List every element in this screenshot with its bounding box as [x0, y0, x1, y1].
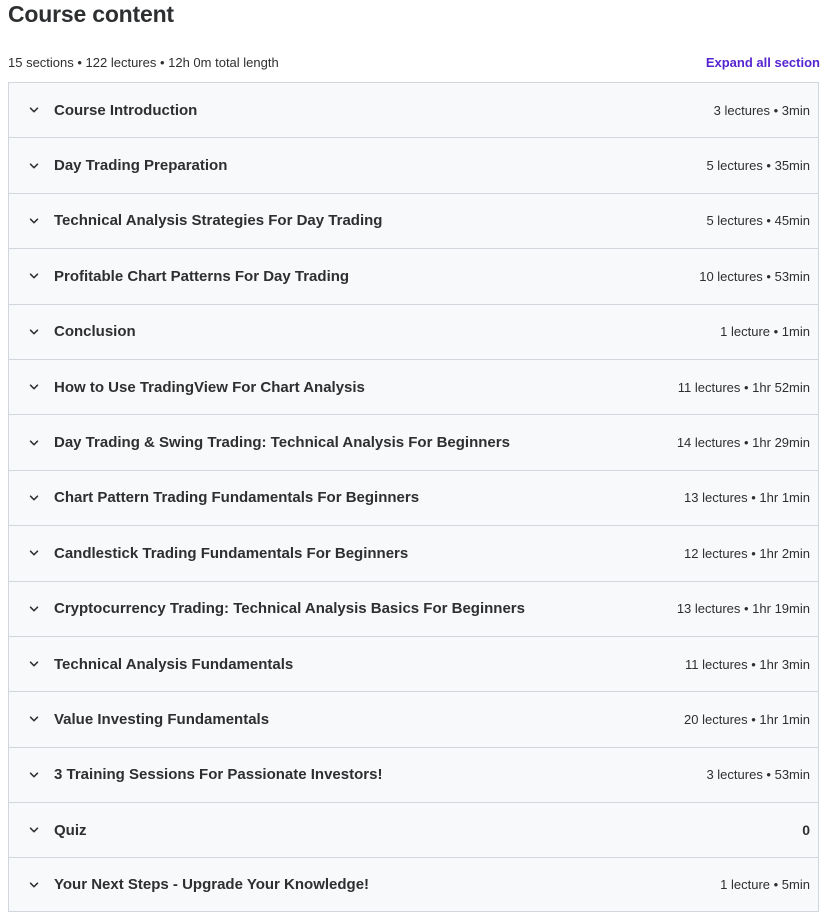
section-info: 5 lectures • 45min [706, 213, 810, 229]
chevron-down-icon [27, 657, 41, 671]
section-header[interactable]: 3 Training Sessions For Passionate Inves… [9, 747, 818, 804]
chevron-down-icon [27, 491, 41, 505]
chevron-down-icon [27, 878, 41, 892]
section-info: 5 lectures • 35min [706, 158, 810, 174]
section-title: Day Trading Preparation [54, 157, 228, 175]
section-header[interactable]: Day Trading Preparation 5 lectures • 35mi… [9, 138, 818, 194]
section-title: Cryptocurrency Trading: Technical Analys… [54, 600, 525, 618]
section-title: How to Use TradingView For Chart Analysi… [54, 378, 365, 396]
section-info: 3 lectures • 3min [713, 102, 810, 118]
section-header[interactable]: Quiz 0 [9, 803, 818, 859]
section-header[interactable]: Value Investing Fundamentals 20 lectures … [9, 692, 818, 748]
section-info: 10 lectures • 53min [699, 268, 810, 284]
section-info: 12 lectures • 1hr 2min [684, 545, 810, 561]
section-info: 1 lecture • 1min [720, 324, 810, 340]
section-title: Candlestick Trading Fundamentals For Beg… [54, 544, 409, 562]
section-header[interactable]: Candlestick Trading Fundamentals For Beg… [9, 526, 818, 582]
section-info: 20 lectures • 1hr 1min [684, 711, 810, 727]
section-title: Technical Analysis Fundamentals [54, 655, 294, 673]
section-header[interactable]: Conclusion 1 lecture • 1min [9, 304, 818, 360]
chevron-down-icon [27, 380, 41, 394]
course-summary: 15 sections • 122 lectures • 12h 0m tota… [8, 54, 279, 70]
chevron-down-icon [27, 823, 41, 837]
section-title: Day Trading & Swing Trading: Technical A… [54, 434, 510, 452]
section-header[interactable]: Cryptocurrency Trading: Technical Analys… [9, 581, 818, 637]
chevron-down-icon [27, 159, 41, 173]
section-info: 13 lectures • 1hr 1min [684, 490, 810, 506]
chevron-down-icon [27, 103, 41, 117]
chevron-down-icon [27, 602, 41, 616]
chevron-down-icon [27, 325, 41, 339]
section-header[interactable]: Day Trading & Swing Trading: Technical A… [9, 415, 818, 471]
expand-all-sections-button[interactable]: Expand all section [706, 55, 820, 70]
section-header[interactable]: Profitable Chart Patterns For Day Tradin… [9, 249, 818, 305]
section-header[interactable]: How to Use TradingView For Chart Analysi… [9, 359, 818, 416]
section-info: 1 lecture • 5min [720, 877, 810, 893]
chevron-down-icon [27, 436, 41, 450]
section-list: Course Introduction 3 lectures • 3min Day … [8, 82, 819, 912]
section-header[interactable]: Technical Analysis Strategies For Day Tr… [9, 193, 818, 250]
section-title: Technical Analysis Strategies For Day Tr… [54, 212, 383, 230]
chevron-down-icon [27, 546, 41, 560]
chevron-down-icon [27, 768, 41, 782]
section-title: Conclusion [54, 323, 136, 341]
section-title: Profitable Chart Patterns For Day Tradin… [54, 267, 350, 285]
course-meta-row: 15 sections • 122 lectures • 12h 0m tota… [8, 52, 820, 72]
section-title: Course Introduction [54, 101, 198, 119]
section-info: 13 lectures • 1hr 19min [676, 601, 810, 617]
section-info: 3 lectures • 53min [706, 767, 810, 783]
chevron-down-icon [27, 214, 41, 228]
chevron-down-icon [27, 712, 41, 726]
section-title: Chart Pattern Trading Fundamentals For B… [54, 489, 420, 507]
section-info: 14 lectures • 1hr 29min [676, 435, 810, 451]
section-header[interactable]: Technical Analysis Fundamentals 11 lectur… [9, 636, 818, 693]
section-title: Quiz [54, 821, 87, 839]
section-header[interactable]: Chart Pattern Trading Fundamentals For B… [9, 470, 818, 527]
section-info: 11 lectures • 1hr 52min [677, 379, 810, 395]
section-header[interactable]: Course Introduction 3 lectures • 3min [9, 83, 818, 139]
chevron-down-icon [27, 269, 41, 283]
section-title: Your Next Steps - Upgrade Your Knowledge… [54, 876, 370, 894]
section-info: 0 [802, 822, 810, 839]
section-title: Value Investing Fundamentals [54, 710, 270, 728]
section-title: 3 Training Sessions For Passionate Inves… [54, 766, 383, 784]
section-info: 11 lectures • 1hr 3min [685, 656, 810, 672]
course-content-title: Course content [8, 1, 174, 27]
section-header[interactable]: Your Next Steps - Upgrade Your Knowledge… [9, 858, 818, 912]
